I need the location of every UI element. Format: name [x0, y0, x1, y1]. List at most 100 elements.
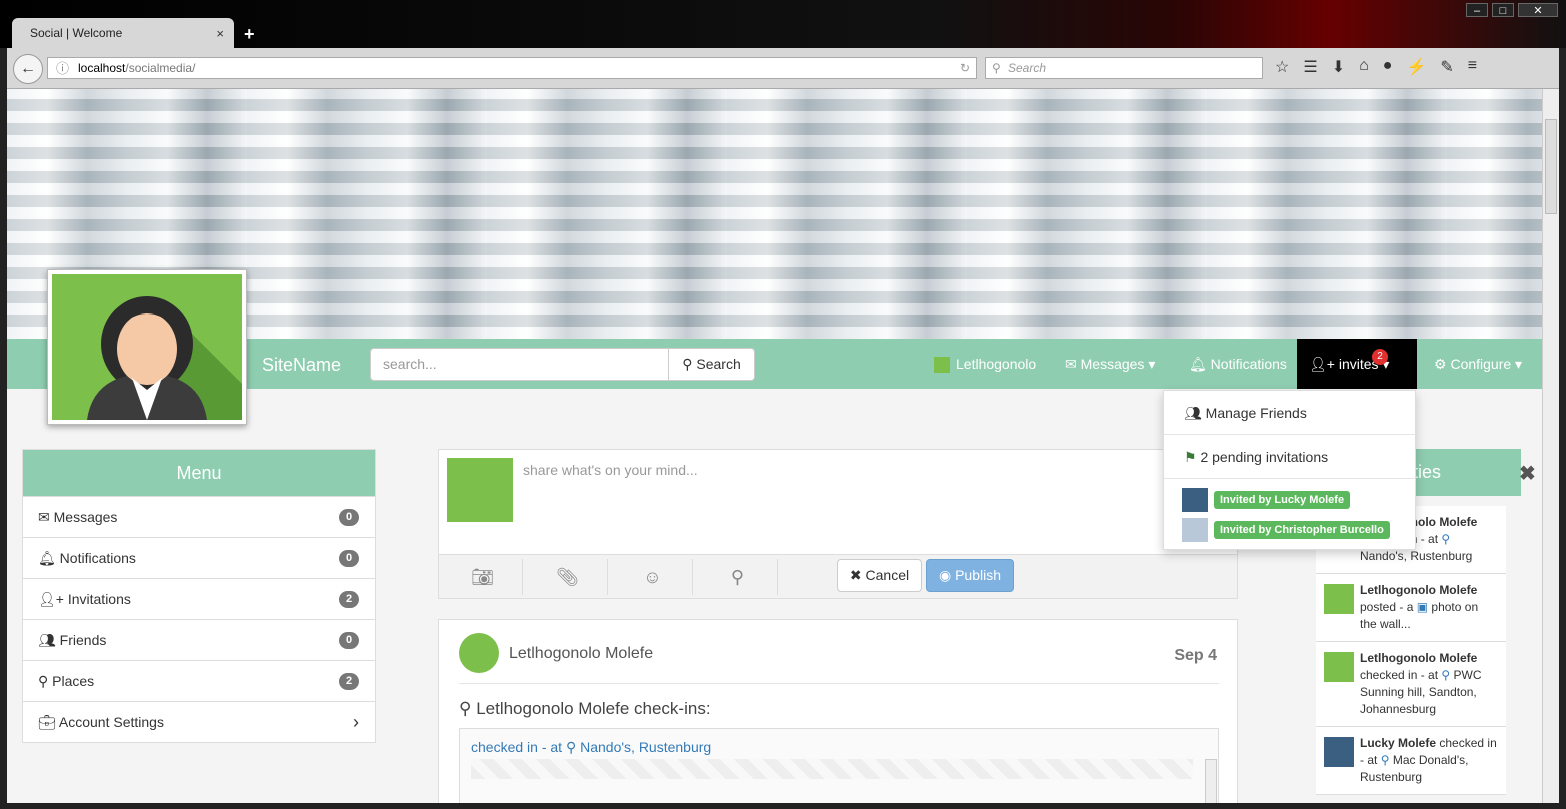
cancel-button[interactable]: ✖ Cancel: [837, 559, 922, 592]
close-icon: ✖: [849, 567, 866, 583]
url-bar[interactable]: ⓘ localhost/socialmedia/ ↻: [47, 57, 977, 79]
site-search-button[interactable]: ⚲ Search: [668, 348, 755, 381]
activity-name: Letlhogonolo Molefe: [1360, 583, 1478, 597]
tab-close-icon[interactable]: ×: [216, 26, 224, 41]
publish-button[interactable]: ◉ Publish: [926, 559, 1014, 592]
paperclip-icon[interactable]: 📎︎: [528, 559, 608, 595]
manage-friends-label: Manage Friends: [1205, 405, 1307, 421]
invite-item[interactable]: Invited by Lucky Molefe: [1164, 485, 1415, 515]
maximize-icon[interactable]: □: [1492, 3, 1514, 17]
hamburger-menu-icon[interactable]: ≡: [1468, 57, 1477, 77]
activity-place: Mac Donald's, Rustenburg: [1360, 753, 1469, 784]
download-icon[interactable]: ⬇: [1332, 57, 1345, 77]
close-window-icon[interactable]: ✕: [1518, 3, 1558, 17]
dropdown-manage-friends[interactable]: 👥︎ Manage Friends: [1164, 391, 1415, 435]
caret-down-icon: ▾: [1144, 356, 1156, 372]
browser-toolbar: ← ⓘ localhost/socialmedia/ ↻ ⚲ Search ☆ …: [7, 48, 1559, 89]
addon2-icon[interactable]: ⚡: [1406, 57, 1426, 77]
menu-item-messages[interactable]: ✉ Messages 0: [23, 497, 375, 538]
count-badge: 0: [339, 632, 359, 649]
dropdown-pending-invitations[interactable]: ⚑ 2 pending invitations: [1164, 435, 1415, 479]
nav-notifications-label: Notifications: [1210, 356, 1287, 372]
menu-item-label: Invitations: [67, 591, 131, 607]
minimize-icon[interactable]: –: [1466, 3, 1488, 17]
scrollbar-thumb[interactable]: [1545, 119, 1557, 214]
close-icon[interactable]: ✖: [1519, 461, 1536, 486]
activity-item[interactable]: Letlhogonolo Molefe checked in - at ⚲ PWC…: [1316, 642, 1506, 727]
new-tab-icon[interactable]: +: [244, 24, 255, 45]
gears-icon: ⚙: [1434, 356, 1451, 372]
site-brand[interactable]: SiteName: [262, 355, 341, 376]
user-plus-icon: 👤︎+: [1309, 356, 1339, 372]
activity-avatar: [1324, 584, 1354, 614]
inviter-avatar: [1182, 488, 1208, 512]
map-marker-icon: ⚲: [1380, 753, 1390, 767]
tab-title: Social | Welcome: [30, 26, 123, 40]
count-badge: 2: [339, 591, 359, 608]
female-avatar-icon: [87, 296, 242, 420]
composer-avatar: [447, 458, 513, 522]
nav-user[interactable]: Letlhogonolo: [922, 339, 1048, 389]
addon-icon[interactable]: ●: [1383, 57, 1393, 77]
camera-icon[interactable]: 📷︎: [443, 559, 523, 595]
page-scrollbar[interactable]: [1542, 89, 1559, 803]
menu-item-label: Account Settings: [58, 714, 164, 730]
smiley-icon[interactable]: ☺: [613, 559, 693, 595]
info-icon[interactable]: ⓘ: [56, 59, 69, 79]
site-search-placeholder: search...: [383, 356, 437, 372]
globe-icon: ◉: [938, 567, 956, 583]
menu-item-friends[interactable]: 👥︎ Friends 0: [23, 620, 375, 661]
activity-avatar: [1324, 652, 1354, 682]
map-marker-icon: ⚲: [1441, 668, 1451, 682]
publish-label: Publish: [955, 567, 1002, 583]
feed-post: Letlhogonolo Molefe Sep 4 ⚲ Letlhogonolo…: [438, 619, 1238, 803]
browser-tab[interactable]: Social | Welcome ×: [12, 18, 234, 48]
inner-scrollbar[interactable]: [1205, 759, 1217, 803]
post-title: ⚲ Letlhogonolo Molefe check-ins:: [459, 699, 711, 719]
map-marker-icon: ⚲: [565, 739, 577, 755]
menu-title: Menu: [23, 450, 375, 497]
reload-icon[interactable]: ↻: [960, 58, 970, 78]
activity-text: posted - a: [1360, 600, 1414, 614]
nav-invites[interactable]: 👤︎+ invites 2 ▾: [1297, 339, 1417, 389]
back-arrow-icon[interactable]: ←: [13, 54, 43, 84]
nav-notifications[interactable]: 🔔︎ Notifications: [1177, 339, 1299, 389]
cancel-label: Cancel: [865, 567, 910, 583]
menu-item-notifications[interactable]: 🔔︎ Notifications 0: [23, 538, 375, 579]
side-menu: Menu ✉ Messages 0 🔔︎ Notifications 0 👤︎+ I…: [22, 449, 376, 743]
activity-name: Letlhogonolo Molefe: [1360, 651, 1478, 665]
reading-list-icon[interactable]: ☰: [1303, 57, 1317, 77]
picture-icon: ▣: [1416, 600, 1429, 614]
site-search-input[interactable]: search...: [370, 348, 670, 381]
default-avatar-icon: [1182, 518, 1208, 542]
search-icon: ⚲: [992, 61, 1001, 75]
post-date: Sep 4: [1174, 647, 1217, 664]
menu-item-account-settings[interactable]: 💼︎ Account Settings ›: [23, 702, 375, 743]
users-icon: 👥︎: [38, 632, 60, 648]
title-bar: – □ ✕: [0, 0, 1566, 48]
activity-item[interactable]: Letlhogonolo Molefe posted - a ▣ photo on…: [1316, 574, 1506, 642]
profile-avatar[interactable]: [47, 269, 247, 425]
count-badge: 0: [339, 509, 359, 526]
url-host: localhost: [78, 61, 126, 75]
home-icon[interactable]: ⌂: [1359, 57, 1369, 77]
activity-item[interactable]: Lucky Molefe checked in - at ⚲ Mac Donal…: [1316, 727, 1506, 795]
browser-search-input[interactable]: ⚲ Search: [985, 57, 1263, 79]
post-author[interactable]: Letlhogonolo Molefe: [509, 645, 653, 663]
bookmark-star-icon[interactable]: ☆: [1275, 57, 1289, 77]
users-icon: 👥︎: [1184, 405, 1206, 421]
invite-item[interactable]: Invited by Christopher Burcello: [1164, 515, 1415, 545]
invite-label: Invited by Christopher Burcello: [1214, 521, 1390, 539]
checkin-link[interactable]: checked in - at ⚲ Nando's, Rustenburg: [471, 739, 711, 756]
nav-configure[interactable]: ⚙ Configure ▾: [1422, 339, 1534, 389]
nav-messages[interactable]: ✉ Messages ▾: [1053, 339, 1167, 389]
url-path: /socialmedia/: [125, 61, 196, 75]
menu-item-places[interactable]: ⚲ Places 2: [23, 661, 375, 702]
addon3-icon[interactable]: ✎: [1440, 57, 1453, 77]
web-page: SiteName search... ⚲ Search Letlhogonolo…: [7, 89, 1542, 803]
map-marker-icon[interactable]: ⚲: [698, 559, 778, 595]
user-plus-icon: 👤︎+: [38, 591, 68, 607]
post-author-avatar[interactable]: [459, 633, 499, 673]
menu-item-invitations[interactable]: 👤︎+ Invitations 2: [23, 579, 375, 620]
composer-input[interactable]: share what's on your mind...: [523, 462, 698, 478]
